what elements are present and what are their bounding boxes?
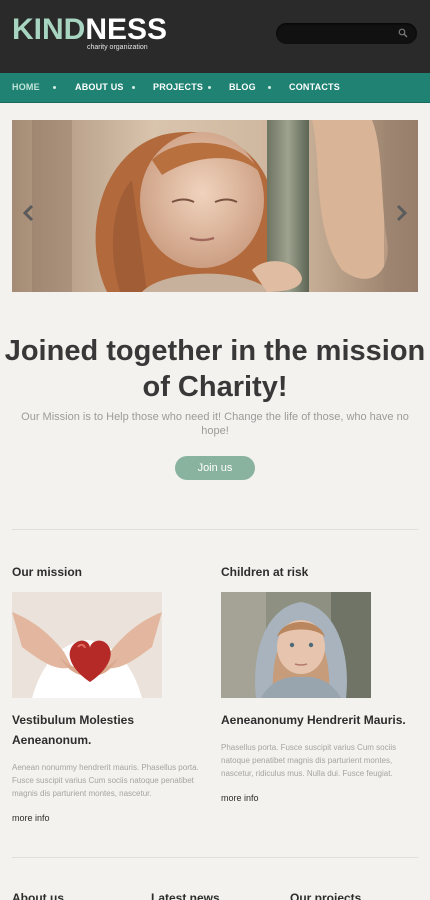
main-nav: HOME ABOUT US PROJECTS BLOG CONTACTS [0, 73, 430, 103]
nav-separator [208, 86, 211, 89]
mission-image[interactable] [12, 592, 162, 698]
section-title-children: Children at risk [221, 565, 309, 579]
post-title-line-1: Vestibulum Molesties [12, 713, 135, 727]
post-body-mission: Aenean nonummy hendrerit mauris. Phasell… [12, 763, 199, 798]
slider-next-icon[interactable] [396, 204, 408, 222]
post-title-line-2: Aeneanonum. [12, 733, 92, 747]
post-title-children[interactable]: Aeneanonumy Hendrerit Mauris. [221, 710, 421, 730]
mission-subtitle: Our Mission is to Help those who need it… [21, 411, 409, 437]
more-info-link[interactable]: more info [221, 793, 259, 803]
logo-part1: KIND [12, 13, 86, 46]
tagline: charity organization [87, 44, 148, 51]
nav-separator [268, 86, 271, 89]
hero-slider[interactable] [12, 120, 418, 292]
divider [12, 529, 418, 530]
search-input[interactable] [276, 23, 417, 44]
title-line-1: Joined together in the mission [4, 335, 426, 367]
nav-separator [53, 86, 56, 89]
nav-separator [132, 86, 135, 89]
footer-title-about: About us [12, 891, 64, 900]
logo-part2: NESS [85, 13, 168, 46]
more-info-link[interactable]: more info [12, 813, 50, 823]
post-title-line-1: Aeneanonumy Hendrerit Mauris. [221, 713, 406, 727]
title-line-2: of Charity! [142, 371, 288, 403]
header: KINDNESS charity organization [0, 0, 430, 73]
nav-projects[interactable]: PROJECTS [153, 82, 203, 92]
children-image[interactable] [221, 592, 371, 698]
nav-about-us[interactable]: ABOUT US [75, 82, 124, 92]
logo[interactable]: KINDNESS [12, 14, 167, 46]
nav-home[interactable]: HOME [12, 82, 40, 92]
hero-image [12, 120, 418, 292]
divider [12, 857, 418, 858]
footer-title-projects: Our projects [290, 891, 362, 900]
post-title-mission[interactable]: Vestibulum Molesties Aeneanonum. [12, 710, 192, 750]
page-title: Joined together in the mission of Charit… [0, 333, 430, 405]
footer-title-news: Latest news [151, 891, 220, 900]
join-us-button[interactable]: Join us [175, 456, 255, 480]
search-icon[interactable] [398, 28, 408, 38]
section-title-mission: Our mission [12, 565, 83, 579]
nav-contacts[interactable]: CONTACTS [289, 82, 340, 92]
slider-prev-icon[interactable] [22, 204, 34, 222]
post-body-children: Phasellus porta. Fusce suscipit varius C… [221, 743, 397, 778]
nav-blog[interactable]: BLOG [229, 82, 256, 92]
